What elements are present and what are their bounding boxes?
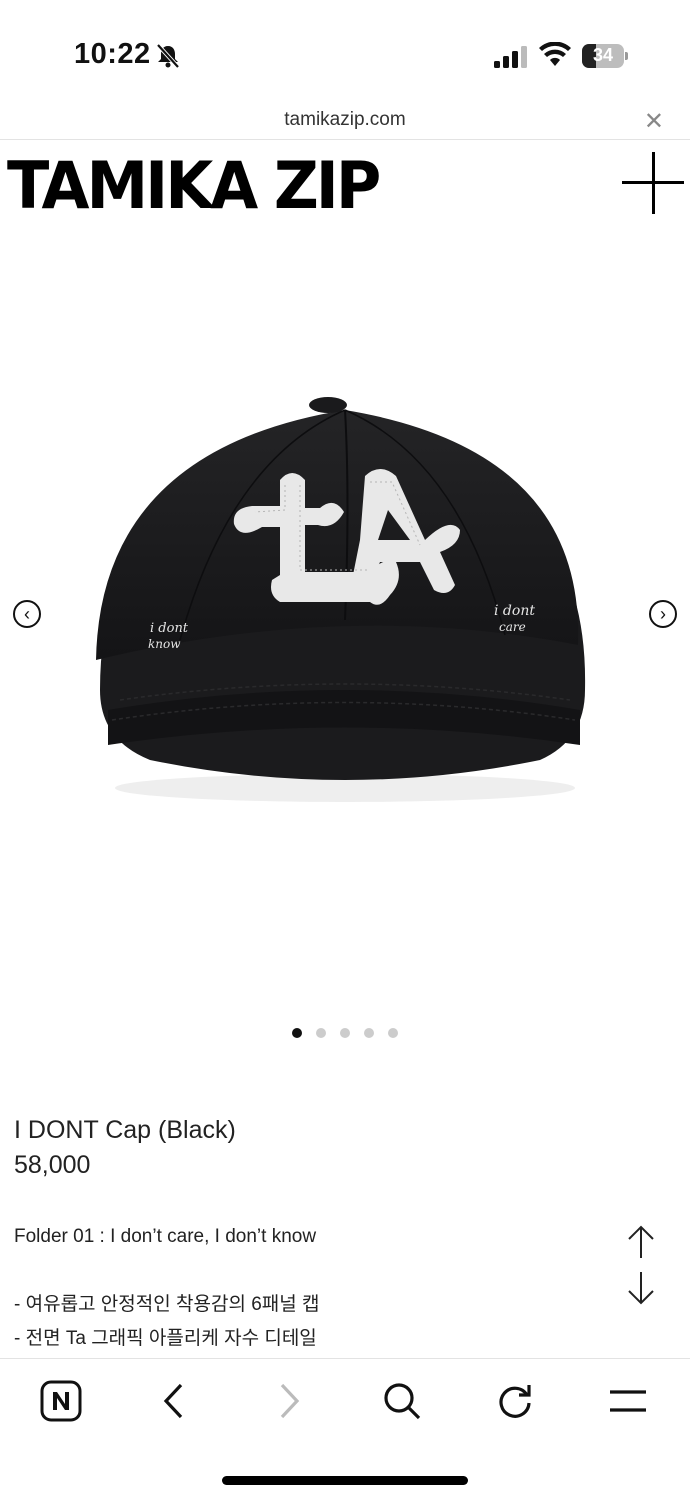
site-logo[interactable]: TAMIKA ZIP xyxy=(7,147,381,224)
product-description: Folder 01 : I don’t care, I don’t know -… xyxy=(14,1220,320,1356)
bell-slash-icon xyxy=(156,43,180,69)
arrow-down-icon[interactable] xyxy=(626,1270,656,1306)
plus-icon[interactable] xyxy=(622,152,684,214)
product-price: 58,000 xyxy=(14,1151,91,1179)
menu-icon[interactable] xyxy=(606,1379,650,1423)
search-icon[interactable] xyxy=(380,1379,424,1423)
product-image: i dont know i dont care xyxy=(96,397,586,802)
carousel-dot[interactable] xyxy=(292,1028,302,1038)
battery-percent: 34 xyxy=(592,45,614,65)
back-icon[interactable] xyxy=(152,1379,196,1423)
carousel-dot[interactable] xyxy=(340,1028,350,1038)
carousel-dot[interactable] xyxy=(388,1028,398,1038)
close-icon[interactable]: ✕ xyxy=(644,107,664,136)
product-name: I DONT Cap (Black) xyxy=(14,1116,236,1144)
signal-icon xyxy=(494,46,527,68)
product-image-carousel[interactable]: i dont know i dont care xyxy=(0,240,690,1010)
home-indicator[interactable] xyxy=(222,1476,468,1485)
forward-icon[interactable] xyxy=(267,1379,311,1423)
description-line xyxy=(14,1254,320,1288)
carousel-dots xyxy=(0,1028,690,1038)
battery-icon: 34 xyxy=(582,44,628,68)
url-text[interactable]: tamikazip.com xyxy=(0,109,690,131)
url-bar[interactable]: tamikazip.com ✕ xyxy=(0,100,690,140)
patch-right-line1: i dont xyxy=(494,603,535,619)
status-bar: 10:22 34 xyxy=(0,0,690,100)
description-line: - 여유롭고 안정적인 착용감의 6패널 캡 xyxy=(14,1294,320,1315)
chevron-right-circle-icon[interactable]: › xyxy=(649,600,677,628)
patch-left-line1: i dont xyxy=(150,621,189,636)
status-time: 10:22 xyxy=(74,38,151,70)
carousel-dot[interactable] xyxy=(316,1028,326,1038)
patch-left-line2: know xyxy=(148,637,181,651)
patch-right-line2: care xyxy=(499,620,526,634)
description-line: - 전면 Ta 그래픽 아플리케 자수 디테일 xyxy=(14,1328,317,1349)
naver-home-icon[interactable] xyxy=(39,1379,83,1423)
arrow-up-icon[interactable] xyxy=(626,1224,656,1260)
reload-icon[interactable] xyxy=(493,1379,537,1423)
carousel-dot[interactable] xyxy=(364,1028,374,1038)
description-line: Folder 01 : I don’t care, I don’t know xyxy=(14,1226,317,1247)
chevron-left-circle-icon[interactable]: ‹ xyxy=(13,600,41,628)
wifi-icon xyxy=(539,42,571,66)
